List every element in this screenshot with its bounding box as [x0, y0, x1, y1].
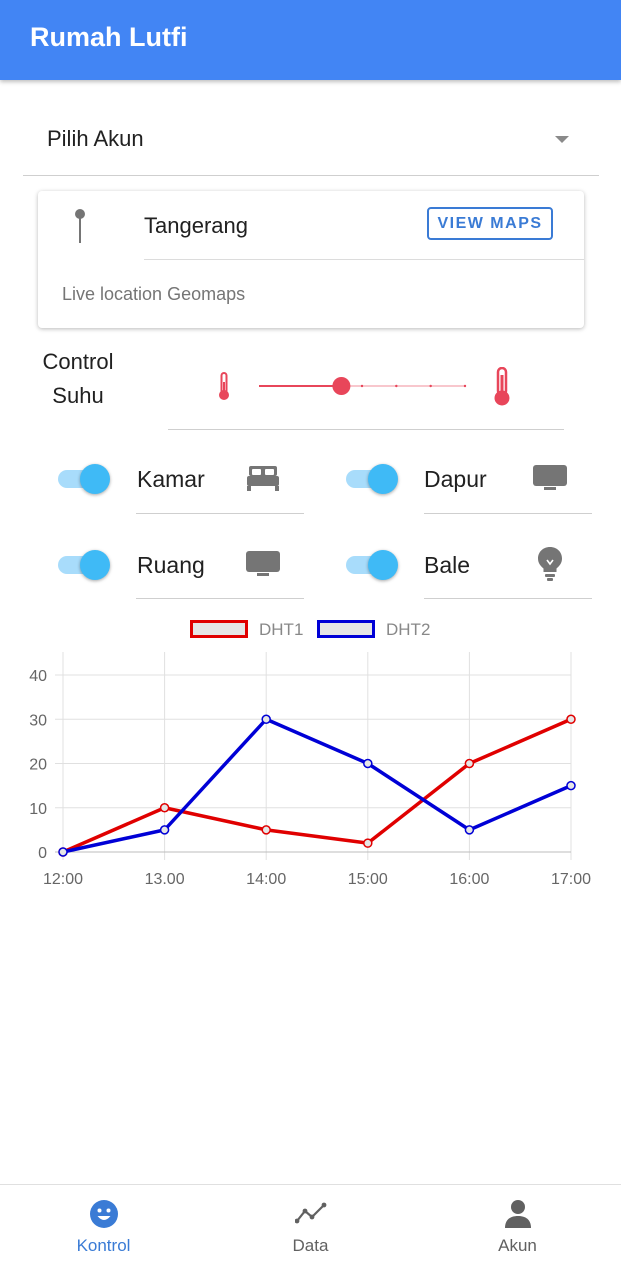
divider — [168, 429, 564, 430]
x-tick-label: 16:00 — [449, 871, 489, 888]
room-label-dapur: Dapur — [424, 466, 487, 492]
room-label-bale: Bale — [424, 552, 471, 578]
data-point-dht1[interactable] — [464, 758, 475, 769]
toggle-thumb — [80, 464, 110, 494]
divider — [424, 598, 592, 599]
slider-tick — [429, 384, 432, 388]
legend-swatch-dht1[interactable] — [190, 620, 248, 638]
data-point-dht2[interactable] — [566, 780, 576, 791]
data-point-dht2[interactable] — [261, 714, 271, 724]
divider — [144, 259, 584, 260]
control-label-line2: Suhu — [52, 383, 104, 408]
series-line-dht1 — [62, 717, 572, 854]
location-subtitle: Live location Geomaps — [62, 284, 246, 304]
app-bar: Rumah Lutfi — [0, 0, 621, 80]
y-tick-label: 40 — [29, 668, 47, 685]
toggle-bale[interactable] — [344, 550, 400, 580]
location-card: Tangerang VIEW MAPS Live location Geomap… — [38, 191, 584, 328]
x-tick-label: 12:00 — [43, 871, 83, 888]
data-point-dht1[interactable] — [566, 714, 576, 724]
bed-icon — [247, 466, 279, 491]
legend-label-dht1: DHT1 — [259, 620, 304, 639]
legend-swatch-dht2[interactable] — [317, 620, 375, 638]
toggle-thumb — [368, 550, 398, 580]
data-point-dht1[interactable] — [261, 825, 271, 835]
toggle-thumb — [368, 464, 398, 494]
lightbulb-icon — [538, 547, 562, 581]
trend-icon — [294, 1202, 326, 1224]
thermometer-high-icon — [494, 367, 510, 406]
data-point-dht2[interactable] — [363, 758, 373, 769]
data-point-dht2[interactable] — [58, 847, 68, 857]
toggle-kamar[interactable] — [56, 464, 112, 494]
legend-label-dht2: DHT2 — [386, 620, 431, 639]
line-chart: 0 10 20 30 40 12:00 13.00 14:00 15:00 16:00 17:00 — [29, 652, 591, 888]
toggle-ruang[interactable] — [56, 550, 112, 580]
toggle-dapur[interactable] — [344, 464, 400, 494]
account-select[interactable]: Pilih Akun — [23, 108, 599, 176]
account-select-label: Pilih Akun — [47, 126, 144, 151]
x-tick-label: 15:00 — [348, 871, 388, 888]
bottom-navigation: Kontrol Data Akun — [0, 1184, 621, 1281]
smiley-icon — [89, 1200, 118, 1228]
divider — [424, 513, 592, 514]
caret-down-icon — [555, 136, 569, 143]
location-city: Tangerang — [144, 213, 248, 238]
pin-icon — [75, 209, 85, 243]
nav-item-kontrol[interactable]: Kontrol — [0, 1185, 207, 1281]
x-tick-label: 14:00 — [246, 871, 286, 888]
nav-item-data[interactable]: Data — [207, 1185, 414, 1281]
control-label-line1: Control — [42, 349, 114, 374]
slider-tick — [395, 384, 398, 388]
divider — [136, 513, 304, 514]
toggle-thumb — [80, 550, 110, 580]
room-label-ruang: Ruang — [137, 552, 205, 578]
y-tick-label: 10 — [29, 801, 47, 818]
room-label-kamar: Kamar — [137, 466, 205, 492]
app-title: Rumah Lutfi — [30, 22, 188, 52]
data-point-dht2[interactable] — [159, 825, 170, 835]
x-tick-label: 13.00 — [145, 871, 185, 888]
slider-tick — [463, 384, 467, 388]
tv-icon — [533, 465, 567, 490]
control-suhu-label: Control Suhu — [30, 345, 126, 413]
nav-label-akun: Akun — [498, 1236, 537, 1255]
divider — [136, 598, 304, 599]
nav-item-akun[interactable]: Akun — [414, 1185, 621, 1281]
nav-label-kontrol: Kontrol — [76, 1236, 131, 1255]
y-tick-label: 0 — [38, 845, 47, 862]
thermometer-low-icon — [219, 372, 229, 400]
data-point-dht1[interactable] — [159, 803, 170, 813]
tv-icon — [246, 551, 280, 576]
data-point-dht2[interactable] — [464, 825, 475, 835]
view-maps-button[interactable]: VIEW MAPS — [427, 207, 553, 240]
x-tick-label: 17:00 — [551, 871, 591, 888]
slider-tick — [360, 384, 364, 388]
series-line-dht2 — [62, 717, 572, 854]
nav-label-data: Data — [292, 1236, 329, 1255]
person-icon — [504, 1200, 531, 1228]
temperature-slider[interactable] — [257, 375, 467, 397]
data-point-dht1[interactable] — [363, 838, 373, 848]
slider-thumb[interactable] — [332, 377, 351, 395]
y-tick-label: 30 — [29, 712, 47, 729]
y-tick-label: 20 — [29, 757, 47, 774]
